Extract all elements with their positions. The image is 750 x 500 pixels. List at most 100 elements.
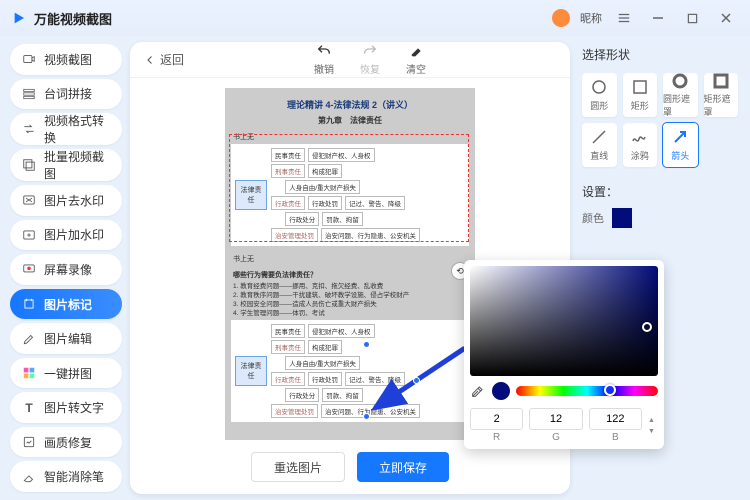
shape-rect-mask[interactable]: 矩形遮罩 — [704, 73, 739, 117]
clear-icon — [408, 43, 424, 59]
sidebar-item-enhance[interactable]: 画质修复 — [10, 427, 122, 458]
shape-rect[interactable]: 矩形 — [623, 73, 658, 117]
sidebar-item-label: 画质修复 — [44, 434, 92, 451]
shape-circle-mask[interactable]: 圆形遮罩 — [663, 73, 698, 117]
shape-label: 矩形 — [631, 99, 649, 112]
app-title: 万能视频截图 — [34, 9, 112, 28]
sidebar-item-mark[interactable]: 图片标记 — [10, 289, 122, 320]
sidebar-item-edit[interactable]: 图片编辑 — [10, 323, 122, 354]
add-wm-icon — [22, 228, 36, 242]
redo-button[interactable]: 恢复 — [360, 43, 380, 76]
shape-label: 圆形 — [590, 99, 608, 112]
hue-slider[interactable] — [516, 386, 658, 396]
sidebar-item-video-screenshot[interactable]: 视频截图 — [10, 44, 122, 75]
sidebar-item-ocr[interactable]: T 图片转文字 — [10, 392, 122, 423]
mark-icon — [22, 297, 36, 311]
sidebar-item-collage[interactable]: 一键拼图 — [10, 358, 122, 389]
g-label: G — [552, 432, 560, 443]
saturation-field[interactable] — [470, 266, 658, 376]
handle-bl[interactable] — [363, 413, 370, 420]
sidebar-item-label: 智能消除笔 — [44, 468, 104, 485]
b-label: B — [612, 432, 619, 443]
color-swatch[interactable] — [612, 208, 632, 228]
sidebar-item-record[interactable]: 屏幕录像 — [10, 254, 122, 285]
sidebar-item-label: 台词拼接 — [44, 85, 92, 102]
clear-button[interactable]: 清空 — [406, 43, 426, 76]
lines-icon — [22, 87, 36, 101]
save-button[interactable]: 立即保存 — [357, 452, 449, 482]
sidebar-item-batch[interactable]: 批量视频截图 — [10, 149, 122, 181]
sidebar-item-add-wm[interactable]: 图片加水印 — [10, 220, 122, 251]
sidebar-item-label: 图片转文字 — [44, 399, 104, 416]
sidebar-item-label: 批量视频截图 — [44, 148, 110, 182]
collage-icon — [22, 366, 36, 380]
shape-label: 直线 — [590, 149, 608, 162]
redo-icon — [362, 43, 378, 59]
tool-label: 清空 — [406, 61, 426, 76]
tool-label: 恢复 — [360, 61, 380, 76]
shape-title: 选择形状 — [582, 46, 738, 63]
sidebar-item-eraser[interactable]: 智能消除笔 — [10, 461, 122, 492]
minimize-button[interactable] — [646, 6, 670, 30]
sidebar-item-label: 一键拼图 — [44, 365, 92, 382]
color-label: 颜色 — [582, 210, 604, 226]
shape-label: 箭头 — [671, 149, 689, 162]
close-button[interactable] — [714, 6, 738, 30]
current-color — [492, 382, 510, 400]
sidebar-item-label: 图片标记 — [44, 296, 92, 313]
convert-icon — [22, 122, 36, 136]
sidebar-item-label: 图片去水印 — [44, 192, 104, 209]
enhance-icon — [22, 435, 36, 449]
undo-button[interactable]: 撤销 — [314, 43, 334, 76]
maximize-button[interactable] — [680, 6, 704, 30]
app-logo: 万能视频截图 — [12, 9, 112, 28]
title-bar: 万能视频截图 昵称 — [0, 0, 750, 36]
edit-icon — [22, 332, 36, 346]
tool-label: 撤销 — [314, 61, 334, 76]
sidebar-item-label: 图片加水印 — [44, 226, 104, 243]
doc-notes-title: 哪些行为需要负法律责任？ — [233, 270, 469, 280]
avatar[interactable] — [552, 9, 570, 27]
remove-wm-icon — [22, 193, 36, 207]
eyedropper-icon[interactable] — [470, 383, 486, 399]
rgb-stepper[interactable]: ▲▼ — [648, 408, 658, 443]
shape-circle[interactable]: 圆形 — [582, 73, 617, 117]
shape-line[interactable]: 直线 — [582, 123, 617, 167]
g-input[interactable] — [529, 408, 582, 430]
sidebar-item-lines[interactable]: 台词拼接 — [10, 79, 122, 110]
hue-thumb[interactable] — [604, 384, 616, 396]
doc-section-2: 书上无 — [233, 254, 469, 264]
document-image: 理论精讲 4-法律法规 2（讲义） 第九章 法律责任 书上无 法律责任 民事责任… — [225, 88, 475, 440]
batch-icon — [22, 158, 36, 172]
sidebar-item-remove-wm[interactable]: 图片去水印 — [10, 185, 122, 216]
handle-tl[interactable] — [363, 341, 370, 348]
diagram-root: 法律责任 — [235, 180, 267, 210]
back-button[interactable]: 返回 — [144, 51, 184, 68]
r-input[interactable] — [470, 408, 523, 430]
doc-title: 理论精讲 4-法律法规 2（讲义） — [231, 98, 469, 111]
sidebar-item-label: 视频截图 — [44, 51, 92, 68]
saturation-cursor[interactable] — [642, 322, 652, 332]
menu-button[interactable] — [612, 6, 636, 30]
sidebar-item-convert[interactable]: 视频格式转换 — [10, 113, 122, 145]
handle-mid[interactable] — [413, 377, 420, 384]
shape-freehand[interactable]: 涂鸦 — [623, 123, 658, 167]
shape-label: 涂鸦 — [631, 149, 649, 162]
shape-arrow[interactable]: 箭头 — [663, 123, 698, 167]
record-icon — [22, 262, 36, 276]
settings-title: 设置： — [582, 183, 738, 200]
sidebar-item-label: 屏幕录像 — [44, 261, 92, 278]
b-input[interactable] — [589, 408, 642, 430]
text-icon: T — [22, 401, 36, 415]
r-label: R — [493, 432, 500, 443]
back-label: 返回 — [160, 51, 184, 68]
nickname: 昵称 — [580, 10, 602, 26]
chevron-left-icon — [144, 54, 156, 66]
eraser-icon — [22, 470, 36, 484]
reselect-button[interactable]: 重选图片 — [251, 452, 345, 482]
color-picker: R G B ▲▼ — [464, 260, 664, 449]
sidebar-item-label: 图片编辑 — [44, 330, 92, 347]
sidebar-item-label: 视频格式转换 — [44, 112, 110, 146]
shape-label: 圆形遮罩 — [663, 92, 698, 118]
undo-icon — [316, 43, 332, 59]
